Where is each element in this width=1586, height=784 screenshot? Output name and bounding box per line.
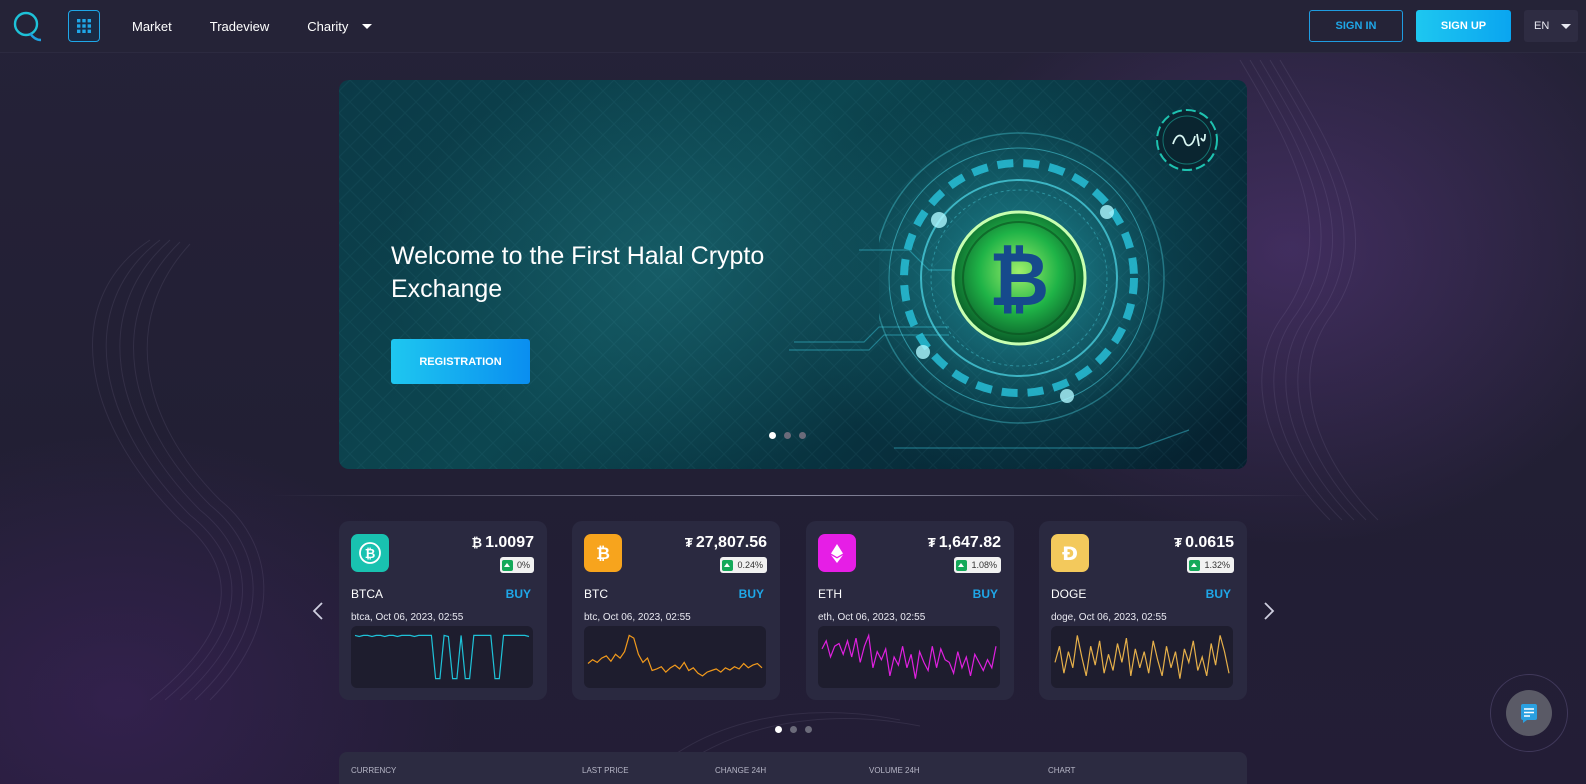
sparkline-chart [351,626,533,688]
slide-dot[interactable] [799,432,806,439]
doge-coin-icon: Đ [1051,534,1089,572]
nav-market[interactable]: Market [132,19,172,34]
change-badge: 0% [499,557,534,573]
nav-market-label: Market [132,19,172,34]
nav-tradeview[interactable]: Tradeview [210,19,269,34]
column-header-last-price[interactable]: Last price [582,766,629,775]
sparkline-chart [818,626,1000,688]
sparkline-series [1054,635,1230,679]
btc-coin-icon: ₿ [584,534,622,572]
cards-pager [775,726,812,733]
slide-dot[interactable] [784,432,791,439]
sparkline-chart [584,626,766,688]
page-dot[interactable] [790,726,797,733]
sparkline-series [354,634,530,680]
sign-in-button[interactable]: SIGN IN [1309,10,1403,42]
svg-text:₿: ₿ [596,544,610,564]
nav-charity[interactable]: Charity [307,19,373,34]
column-header-change[interactable]: Change 24h [715,766,766,775]
arrow-up-icon [956,559,968,571]
coin-price: ₮ 0.0615 [1174,534,1234,551]
coin-timestamp: btc, Oct 06, 2023, 02:55 [584,612,691,623]
svg-text:₿: ₿ [365,547,376,562]
arrow-up-icon [722,559,734,571]
coin-timestamp: eth, Oct 06, 2023, 02:55 [818,612,926,623]
nav-charity-label: Charity [307,19,349,34]
hero-title: Welcome to the First Halal Crypto Exchan… [391,242,765,303]
coin-price: ₮ 27,807.56 [684,534,767,551]
column-header-currency[interactable]: Currency [351,766,396,775]
buy-button[interactable]: BUY [1206,587,1231,601]
arrow-up-icon [501,559,513,571]
change-badge: 1.32% [1187,557,1234,573]
sparkline-chart [1051,626,1233,688]
coin-card-doge[interactable]: Đ ₮ 0.0615 1.32% DOGE BUY doge, Oct 06, 2… [1039,521,1247,700]
language-select[interactable]: EN [1524,10,1578,42]
coin-price: ₮ 1,647.82 [927,534,1001,551]
top-navbar: Market Tradeview Charity SIGN IN SIGN UP… [0,0,1586,53]
language-label: EN [1534,20,1550,32]
coin-card-btca[interactable]: ₿ ₿ 1.0097 0% BTCA BUY btca, Oct 06, 2023… [339,521,547,700]
btca-coin-icon: ₿ [351,534,389,572]
coin-symbol: ETH [818,587,842,601]
column-header-volume[interactable]: Volume 24h [869,766,920,775]
section-divider [270,495,1316,496]
chevron-right-icon[interactable] [1262,600,1276,622]
halal-badge-icon [1156,109,1218,171]
sparkline-series [821,633,997,679]
chevron-down-icon [362,24,373,29]
apps-menu-button[interactable] [68,10,100,42]
coin-price: ₿ 1.0097 [471,534,534,551]
buy-button[interactable]: BUY [973,587,998,601]
markets-table: Currency Last price Change 24h Volume 24… [339,752,1247,784]
eth-coin-icon [818,534,856,572]
logo-icon[interactable] [12,10,42,42]
coin-timestamp: doge, Oct 06, 2023, 02:55 [1051,612,1167,623]
buy-button[interactable]: BUY [506,587,531,601]
document-icon [1521,704,1537,723]
chevron-left-icon[interactable] [311,600,325,622]
sign-up-button[interactable]: SIGN UP [1416,10,1511,42]
sparkline-series [587,634,763,677]
grid-icon [77,19,91,33]
slide-dot[interactable] [769,432,776,439]
coin-symbol: DOGE [1051,587,1087,601]
main-nav: Market Tradeview Charity [132,0,410,53]
coin-card-eth[interactable]: ₮ 1,647.82 1.08% ETH BUY eth, Oct 06, 202… [806,521,1014,700]
column-header-chart: Chart [1048,766,1076,775]
chat-button-inner [1506,690,1552,736]
hero-banner: Welcome to the First Halal Crypto Exchan… [339,80,1247,469]
arrow-up-icon [1189,559,1201,571]
support-chat-button[interactable] [1490,674,1568,752]
buy-button[interactable]: BUY [739,587,764,601]
page-dot[interactable] [775,726,782,733]
coin-symbol: BTCA [351,587,384,601]
hero-slider-pager [769,432,806,439]
coin-card-btc[interactable]: ₿ ₮ 27,807.56 0.24% BTC BUY btc, Oct 06, … [572,521,780,700]
coin-symbol: BTC [584,587,608,601]
svg-text:Đ: Đ [1062,543,1078,565]
svg-text:₿: ₿ [989,237,1049,323]
chevron-down-icon [1561,23,1572,29]
nav-tradeview-label: Tradeview [209,19,270,34]
page-dot[interactable] [805,726,812,733]
coin-timestamp: btca, Oct 06, 2023, 02:55 [351,612,464,623]
change-badge: 0.24% [720,557,767,573]
change-badge: 1.08% [954,557,1001,573]
registration-button[interactable]: REGISTRATION [391,339,530,384]
